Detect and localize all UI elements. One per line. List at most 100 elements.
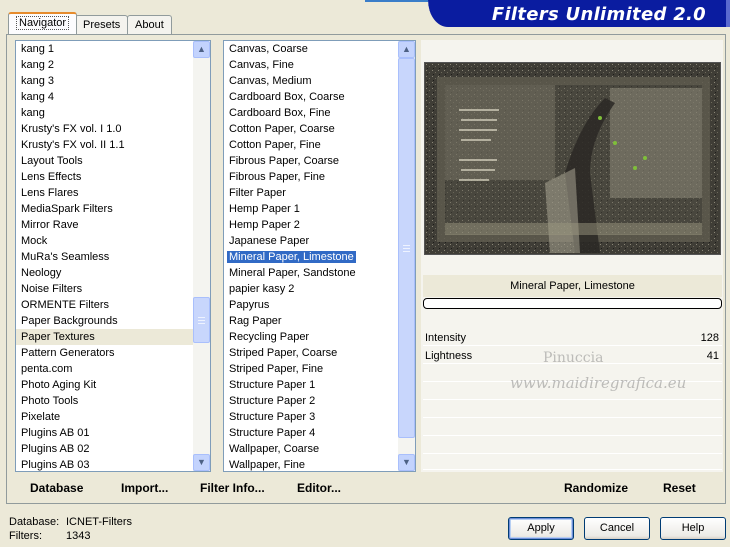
category-item-label: Krusty's FX vol. I 1.0 bbox=[21, 123, 122, 135]
category-item[interactable]: Photo Aging Kit bbox=[16, 377, 193, 393]
category-item[interactable]: MuRa's Seamless bbox=[16, 249, 193, 265]
filter-item-label: papier kasy 2 bbox=[229, 283, 295, 295]
filter-item[interactable]: Rag Paper bbox=[224, 313, 398, 329]
category-item[interactable]: Plugins AB 02 bbox=[16, 441, 193, 457]
apply-button[interactable]: Apply bbox=[508, 517, 574, 540]
filter-item[interactable]: Striped Paper, Coarse bbox=[224, 345, 398, 361]
scroll-down-icon[interactable]: ▼ bbox=[193, 454, 210, 471]
filter-item[interactable]: Fibrous Paper, Coarse bbox=[224, 153, 398, 169]
filter-item[interactable]: Mineral Paper, Limestone bbox=[224, 249, 398, 265]
category-item-label: ORMENTE Filters bbox=[21, 299, 109, 311]
filter-item[interactable]: Cardboard Box, Coarse bbox=[224, 89, 398, 105]
category-item[interactable]: Neology bbox=[16, 265, 193, 281]
filter-item-label: Canvas, Fine bbox=[229, 59, 294, 71]
filter-item[interactable]: Structure Paper 2 bbox=[224, 393, 398, 409]
selected-filter-name: Mineral Paper, Limestone bbox=[423, 275, 722, 297]
category-item[interactable]: Paper Backgrounds bbox=[16, 313, 193, 329]
param-intensity[interactable]: Intensity 128 bbox=[423, 330, 722, 346]
database-button[interactable]: Database bbox=[30, 481, 83, 495]
filter-item[interactable]: Wallpaper, Fine bbox=[224, 457, 398, 471]
filter-item-label: Structure Paper 4 bbox=[229, 427, 316, 439]
filter-item[interactable]: Canvas, Coarse bbox=[224, 41, 398, 57]
reset-button[interactable]: Reset bbox=[663, 481, 696, 495]
filter-item-label: Hemp Paper 1 bbox=[229, 203, 300, 215]
scroll-up-icon[interactable]: ▲ bbox=[193, 41, 210, 58]
filter-item[interactable]: Structure Paper 3 bbox=[224, 409, 398, 425]
category-item[interactable]: Lens Flares bbox=[16, 185, 193, 201]
category-item[interactable]: penta.com bbox=[16, 361, 193, 377]
param-label: Lightness bbox=[425, 350, 473, 362]
filter-item-label: Cardboard Box, Coarse bbox=[229, 91, 345, 103]
filter-item-label: Structure Paper 2 bbox=[229, 395, 316, 407]
category-item[interactable]: Mirror Rave bbox=[16, 217, 193, 233]
category-item[interactable]: Plugins AB 01 bbox=[16, 425, 193, 441]
filter-item[interactable]: Cardboard Box, Fine bbox=[224, 105, 398, 121]
filter-item[interactable]: Hemp Paper 1 bbox=[224, 201, 398, 217]
filter-item-label: Japanese Paper bbox=[229, 235, 310, 247]
filter-item[interactable]: Recycling Paper bbox=[224, 329, 398, 345]
filter-item[interactable]: Structure Paper 1 bbox=[224, 377, 398, 393]
category-scrollbar[interactable]: ▲ ▼ bbox=[193, 41, 210, 471]
filter-scroll-thumb[interactable] bbox=[398, 58, 415, 438]
category-item[interactable]: Pixelate bbox=[16, 409, 193, 425]
category-item[interactable]: kang 3 bbox=[16, 73, 193, 89]
scroll-up-icon[interactable]: ▲ bbox=[398, 41, 415, 58]
filter-item[interactable]: Filter Paper bbox=[224, 185, 398, 201]
category-item[interactable]: ORMENTE Filters bbox=[16, 297, 193, 313]
cancel-button[interactable]: Cancel bbox=[584, 517, 650, 540]
category-item[interactable]: kang bbox=[16, 105, 193, 121]
param-value: 41 bbox=[706, 350, 719, 362]
filter-item[interactable]: Papyrus bbox=[224, 297, 398, 313]
filter-item[interactable]: Fibrous Paper, Fine bbox=[224, 169, 398, 185]
category-item[interactable]: Paper Textures bbox=[16, 329, 193, 345]
filter-item[interactable]: Striped Paper, Fine bbox=[224, 361, 398, 377]
filter-items: Canvas, Coarse Canvas, Fine Canvas, Medium… bbox=[224, 41, 398, 471]
category-item[interactable]: kang 1 bbox=[16, 41, 193, 57]
filter-item-label: Fibrous Paper, Fine bbox=[229, 171, 325, 183]
category-item[interactable]: Krusty's FX vol. II 1.1 bbox=[16, 137, 193, 153]
tab-navigator-label: Navigator bbox=[16, 16, 70, 30]
category-item-label: kang 1 bbox=[21, 43, 55, 55]
param-empty-row bbox=[423, 402, 722, 418]
category-item[interactable]: Layout Tools bbox=[16, 153, 193, 169]
filter-item[interactable]: Canvas, Medium bbox=[224, 73, 398, 89]
filter-list[interactable]: Canvas, Coarse Canvas, Fine Canvas, Medium… bbox=[223, 40, 416, 472]
tab-navigator[interactable]: Navigator bbox=[8, 12, 78, 34]
filter-item[interactable]: Cotton Paper, Fine bbox=[224, 137, 398, 153]
category-item[interactable]: kang 2 bbox=[16, 57, 193, 73]
randomize-button[interactable]: Randomize bbox=[564, 481, 628, 495]
category-item-label: MuRa's Seamless bbox=[21, 251, 110, 263]
category-item-label: kang 2 bbox=[21, 59, 55, 71]
help-button[interactable]: Help bbox=[660, 517, 726, 540]
filter-info-button[interactable]: Filter Info... bbox=[200, 481, 265, 495]
category-item[interactable]: Mock bbox=[16, 233, 193, 249]
tab-presets[interactable]: Presets bbox=[75, 15, 129, 34]
category-item-label: Paper Backgrounds bbox=[21, 315, 118, 327]
filter-item[interactable]: papier kasy 2 bbox=[224, 281, 398, 297]
import-button[interactable]: Import... bbox=[121, 481, 168, 495]
category-item[interactable]: MediaSpark Filters bbox=[16, 201, 193, 217]
filter-item[interactable]: Cotton Paper, Coarse bbox=[224, 121, 398, 137]
category-item[interactable]: Noise Filters bbox=[16, 281, 193, 297]
category-item[interactable]: kang 4 bbox=[16, 89, 193, 105]
category-item[interactable]: Plugins AB 03 bbox=[16, 457, 193, 471]
category-list[interactable]: kang 1 kang 2 kang 3 kang 4 kang Krusty's FX … bbox=[15, 40, 211, 472]
scroll-down-icon[interactable]: ▼ bbox=[398, 454, 415, 471]
filter-item[interactable]: Structure Paper 4 bbox=[224, 425, 398, 441]
filter-item[interactable]: Hemp Paper 2 bbox=[224, 217, 398, 233]
category-item[interactable]: Pattern Generators bbox=[16, 345, 193, 361]
filter-item[interactable]: Canvas, Fine bbox=[224, 57, 398, 73]
category-item[interactable]: Lens Effects bbox=[16, 169, 193, 185]
filter-item[interactable]: Mineral Paper, Sandstone bbox=[224, 265, 398, 281]
category-item-label: Photo Tools bbox=[21, 395, 79, 407]
category-scroll-thumb[interactable] bbox=[193, 297, 210, 343]
filter-item[interactable]: Wallpaper, Coarse bbox=[224, 441, 398, 457]
database-value: ICNET-Filters bbox=[66, 516, 132, 528]
tab-about[interactable]: About bbox=[127, 15, 172, 34]
category-item[interactable]: Photo Tools bbox=[16, 393, 193, 409]
filter-item[interactable]: Japanese Paper bbox=[224, 233, 398, 249]
category-item-label: MediaSpark Filters bbox=[21, 203, 113, 215]
category-item[interactable]: Krusty's FX vol. I 1.0 bbox=[16, 121, 193, 137]
filter-scrollbar[interactable]: ▲ ▼ bbox=[398, 41, 415, 471]
editor-button[interactable]: Editor... bbox=[297, 481, 341, 495]
